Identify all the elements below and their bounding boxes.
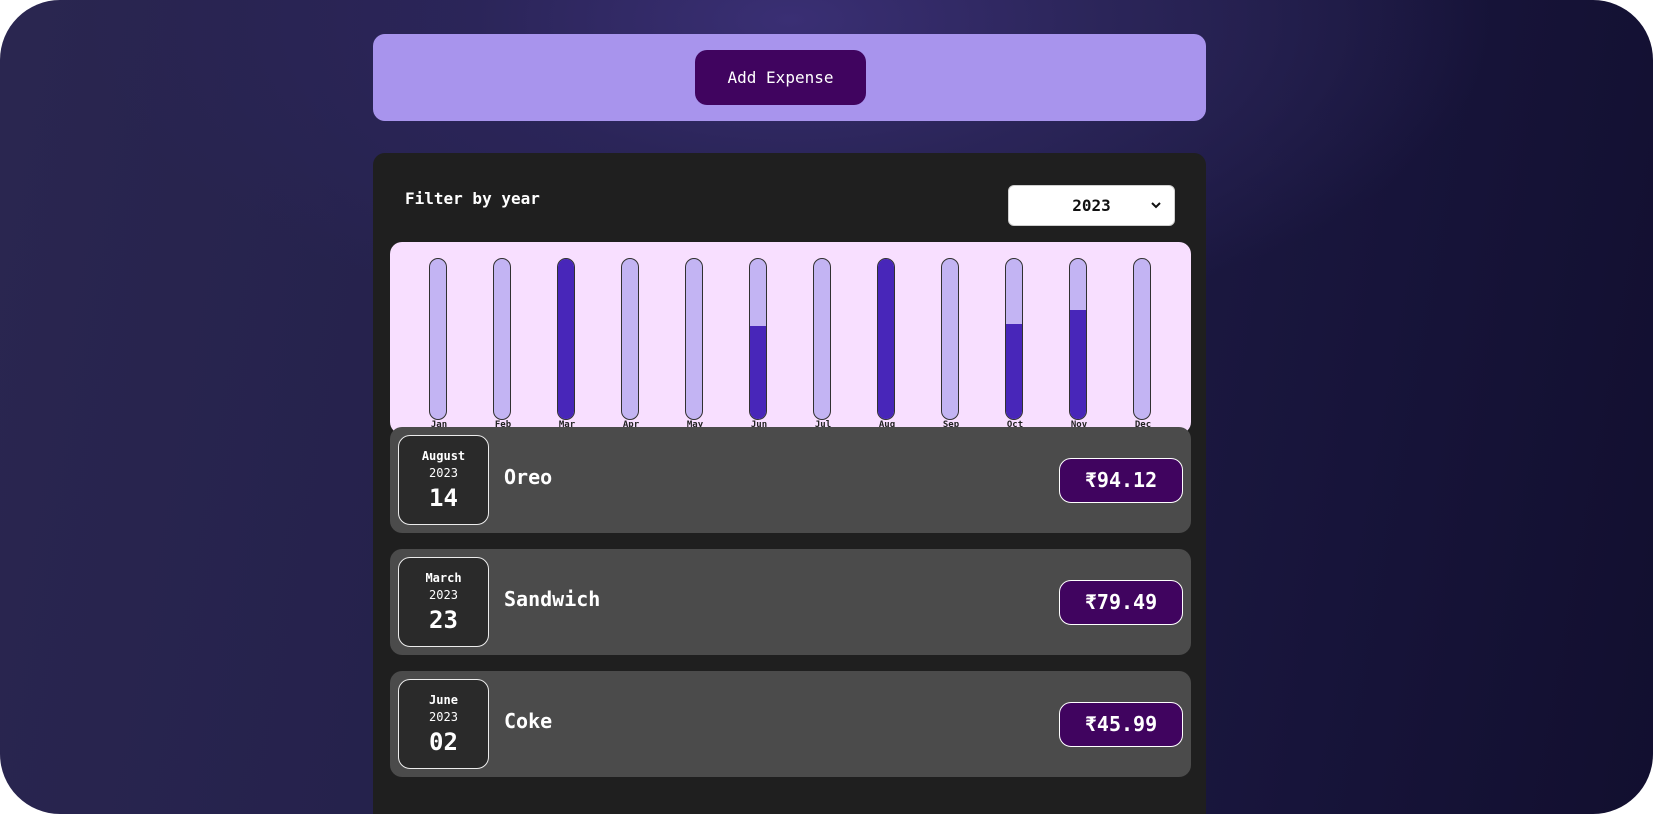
chart-bar-track [429, 258, 447, 420]
expense-item[interactable]: August 2023 14 Oreo ₹94.12 [390, 427, 1191, 533]
chart-bar-track [493, 258, 511, 420]
expense-date-year: 2023 [429, 588, 458, 602]
year-select-value: 2023 [1072, 196, 1111, 215]
chart-bar-track [685, 258, 703, 420]
expense-date: June 2023 02 [398, 679, 489, 769]
chart-bar-track [621, 258, 639, 420]
chart-bar-fill [1070, 310, 1086, 419]
chart-bar-track [557, 258, 575, 420]
expense-item[interactable]: March 2023 23 Sandwich ₹79.49 [390, 549, 1191, 655]
chart-bar-fill [878, 259, 894, 419]
expense-date-month: June [429, 693, 458, 707]
chart-bar-track [1005, 258, 1023, 420]
chart-bar-track [1133, 258, 1151, 420]
chart-bar-track [877, 258, 895, 420]
chart-bar-fill [558, 259, 574, 419]
expense-price: ₹45.99 [1059, 702, 1183, 747]
new-expense-panel: Add Expense [373, 34, 1206, 121]
expense-date-year: 2023 [429, 466, 458, 480]
expense-date: August 2023 14 [398, 435, 489, 525]
expense-date: March 2023 23 [398, 557, 489, 647]
app-window: Add Expense Filter by year 2023 Jan Feb Ma… [0, 0, 1653, 814]
chevron-down-icon [1150, 186, 1162, 241]
expenses-panel: Filter by year 2023 Jan Feb Mar Apr May Jun Ju… [373, 153, 1206, 814]
chart-bar-track [813, 258, 831, 420]
expense-date-day: 23 [429, 606, 458, 634]
expense-title: Sandwich [504, 587, 601, 611]
expense-date-month: August [421, 449, 466, 463]
expense-title: Coke [504, 709, 553, 733]
expenses-filter: Filter by year 2023 [405, 185, 1175, 235]
chart-bar-fill [750, 326, 766, 419]
expense-date-day: 14 [429, 484, 458, 512]
expense-title: Oreo [504, 465, 553, 489]
expense-item[interactable]: June 2023 02 Coke ₹45.99 [390, 671, 1191, 777]
filter-label: Filter by year [405, 189, 540, 208]
year-select[interactable]: 2023 [1008, 185, 1175, 226]
expense-date-year: 2023 [429, 710, 458, 724]
expense-date-day: 02 [429, 728, 458, 756]
chart-bar-fill [1006, 324, 1022, 419]
expense-price: ₹79.49 [1059, 580, 1183, 625]
chart-bar-track [941, 258, 959, 420]
expenses-chart: Jan Feb Mar Apr May Jun Jul Aug Sep Oct Nov Dec [390, 242, 1191, 434]
expense-price: ₹94.12 [1059, 458, 1183, 503]
chart-bar-track [1069, 258, 1087, 420]
add-expense-button[interactable]: Add Expense [695, 50, 866, 105]
chart-bar-track [749, 258, 767, 420]
expense-date-month: March [425, 571, 462, 585]
